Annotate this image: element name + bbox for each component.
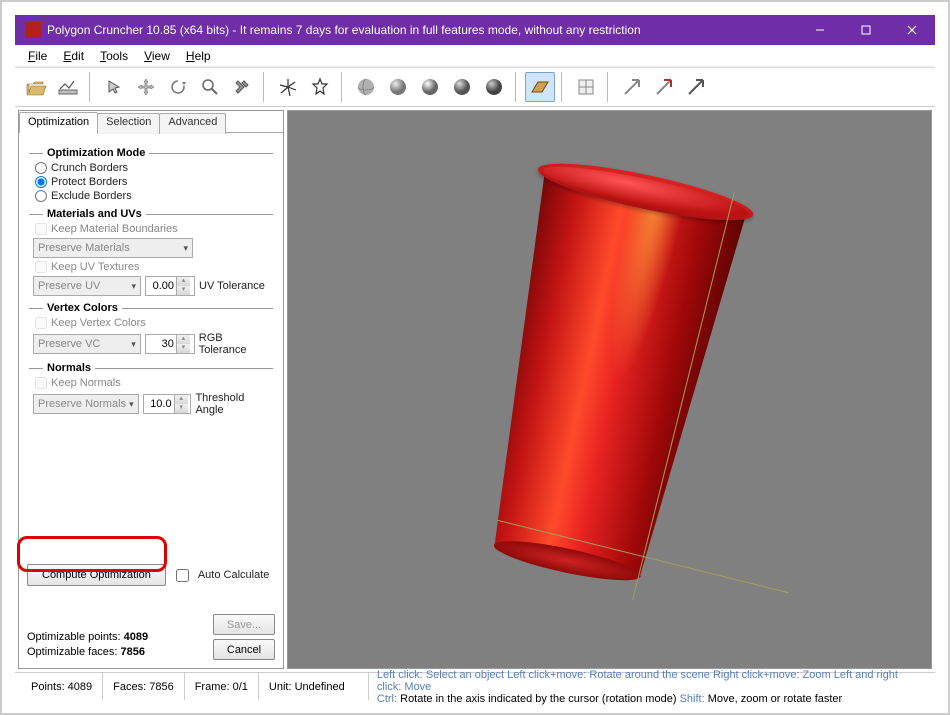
save-button: Save...: [213, 614, 275, 635]
menu-tools[interactable]: Tools: [93, 47, 135, 65]
tab-selection[interactable]: Selection: [97, 113, 160, 134]
hammer-icon[interactable]: [227, 72, 257, 102]
arrow-1-icon[interactable]: [617, 72, 647, 102]
uv-tolerance-spin[interactable]: ▴▾: [145, 276, 195, 296]
preserve-normals-combo: Preserve Normals▾: [33, 394, 139, 414]
sphere-gray-icon[interactable]: [383, 72, 413, 102]
exclude-borders-radio[interactable]: [35, 190, 47, 202]
status-hint: Left click: Select an object Left click+…: [369, 669, 929, 705]
rotate-icon[interactable]: [163, 72, 193, 102]
compute-optimization-button[interactable]: Compute Optimization: [27, 564, 166, 586]
toolbar: [15, 67, 935, 107]
menu-view[interactable]: View: [137, 47, 177, 65]
arrow-2-icon[interactable]: [649, 72, 679, 102]
preserve-vc-combo: Preserve VC▾: [33, 334, 141, 354]
minimize-button[interactable]: [797, 15, 843, 45]
save-icon[interactable]: [53, 72, 83, 102]
grid-icon[interactable]: [571, 72, 601, 102]
3d-viewport[interactable]: [287, 110, 932, 669]
tab-optimization[interactable]: Optimization: [19, 112, 98, 133]
protect-borders-radio[interactable]: [35, 176, 47, 188]
sphere-smooth-icon[interactable]: [447, 72, 477, 102]
status-frame: Frame: 0/1: [185, 673, 259, 700]
keep-material-boundaries-check: [35, 223, 47, 235]
menu-help[interactable]: Help: [179, 47, 218, 65]
normals-label: Normals: [47, 362, 91, 374]
vertex-colors-label: Vertex Colors: [47, 302, 118, 314]
arrow-3-icon[interactable]: [681, 72, 711, 102]
ground-plane-icon[interactable]: [525, 72, 555, 102]
sphere-wire-icon[interactable]: [351, 72, 381, 102]
star-icon[interactable]: [305, 72, 335, 102]
crunch-borders-radio[interactable]: [35, 162, 47, 174]
maximize-button[interactable]: [843, 15, 889, 45]
menubar: File Edit Tools View Help: [15, 45, 935, 67]
explode-normals-icon[interactable]: [273, 72, 303, 102]
materials-uvs-label: Materials and UVs: [47, 208, 142, 220]
rgb-tolerance-spin[interactable]: ▴▾: [145, 334, 195, 354]
status-faces: Faces: 7856: [103, 673, 185, 700]
preserve-uv-combo: Preserve UV▾: [33, 276, 141, 296]
keep-uv-textures-check: [35, 261, 47, 273]
window-title: Polygon Cruncher 10.85 (x64 bits) - It r…: [47, 23, 797, 37]
sphere-shine-icon[interactable]: [415, 72, 445, 102]
cursor-icon[interactable]: [99, 72, 129, 102]
preserve-materials-combo: Preserve Materials▾: [33, 238, 193, 258]
app-icon: [25, 22, 41, 38]
auto-calculate-check[interactable]: [176, 569, 189, 582]
status-unit: Unit: Undefined: [259, 673, 369, 700]
open-icon[interactable]: [21, 72, 51, 102]
keep-normals-check: [35, 377, 47, 389]
tab-advanced[interactable]: Advanced: [159, 113, 226, 134]
zoom-icon[interactable]: [195, 72, 225, 102]
status-points: Points: 4089: [21, 673, 103, 700]
close-button[interactable]: [889, 15, 935, 45]
keep-vertex-colors-check: [35, 317, 47, 329]
move-icon[interactable]: [131, 72, 161, 102]
titlebar: Polygon Cruncher 10.85 (x64 bits) - It r…: [15, 15, 935, 45]
statusbar: Points: 4089 Faces: 7856 Frame: 0/1 Unit…: [15, 672, 935, 700]
threshold-angle-spin[interactable]: ▴▾: [143, 394, 192, 414]
left-panel: Optimization Selection Advanced Optimiza…: [18, 110, 284, 669]
optimizable-faces-value: 7856: [121, 646, 145, 658]
opt-mode-label: Optimization Mode: [47, 147, 145, 159]
sphere-checker-icon[interactable]: [479, 72, 509, 102]
menu-edit[interactable]: Edit: [56, 47, 91, 65]
optimizable-points-value: 4089: [124, 631, 148, 643]
menu-file[interactable]: File: [21, 47, 54, 65]
cancel-button[interactable]: Cancel: [213, 639, 275, 660]
